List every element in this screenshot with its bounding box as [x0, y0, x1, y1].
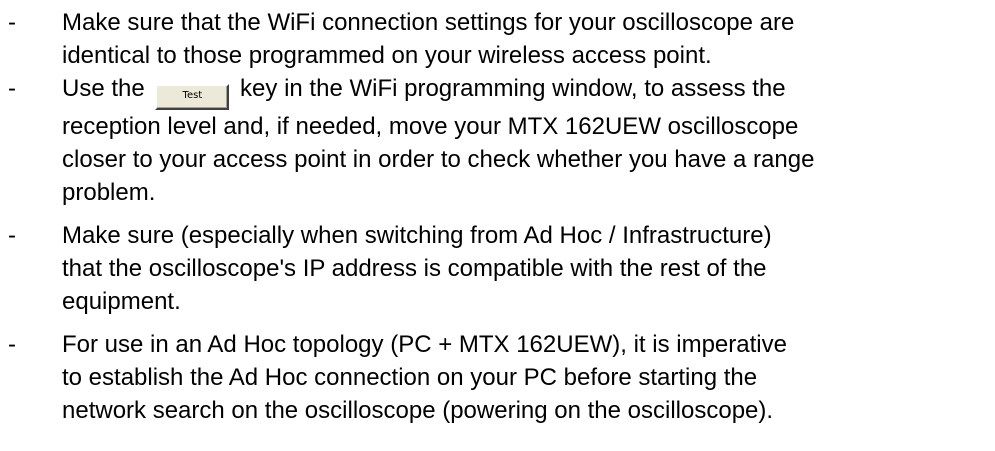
bullet-dash: - [8, 75, 16, 102]
item-text-line: network search on the oscilloscope (powe… [62, 397, 774, 424]
bullet-dash: - [8, 331, 16, 358]
item-text-line: reception level and, if needed, move you… [62, 113, 799, 140]
list-item: - Use the Test key in the WiFi programmi… [0, 72, 995, 209]
item-text-line: closer to your access point in order to … [62, 146, 815, 173]
item-text-line: problem. [62, 179, 156, 206]
bullet-dash: - [8, 222, 16, 249]
item-text-line: to establish the Ad Hoc connection on yo… [62, 364, 758, 391]
list-item: - For use in an Ad Hoc topology (PC + MT… [0, 328, 995, 427]
list-item: - Make sure (especially when switching f… [0, 219, 995, 318]
list-item: - Make sure that the WiFi connection set… [0, 0, 995, 72]
item-text-line: identical to those programmed on your wi… [62, 42, 712, 69]
troubleshooting-list: - Make sure that the WiFi connection set… [0, 0, 995, 427]
item-text-line: Make sure that the WiFi connection setti… [62, 9, 795, 36]
item-text-line: equipment. [62, 288, 181, 315]
item-text-before-button: Use the [62, 75, 152, 102]
item-text-line: For use in an Ad Hoc topology (PC + MTX … [62, 331, 787, 358]
item-text-line: Use the Test key in the WiFi programming… [62, 72, 995, 110]
item-text-line: that the oscilloscope's IP address is co… [62, 255, 767, 282]
item-text-after-button: key in the WiFi programming window, to a… [233, 75, 786, 102]
bullet-dash: - [8, 9, 16, 36]
item-text-line: Make sure (especially when switching fro… [62, 222, 772, 249]
test-button[interactable]: Test [155, 84, 230, 110]
